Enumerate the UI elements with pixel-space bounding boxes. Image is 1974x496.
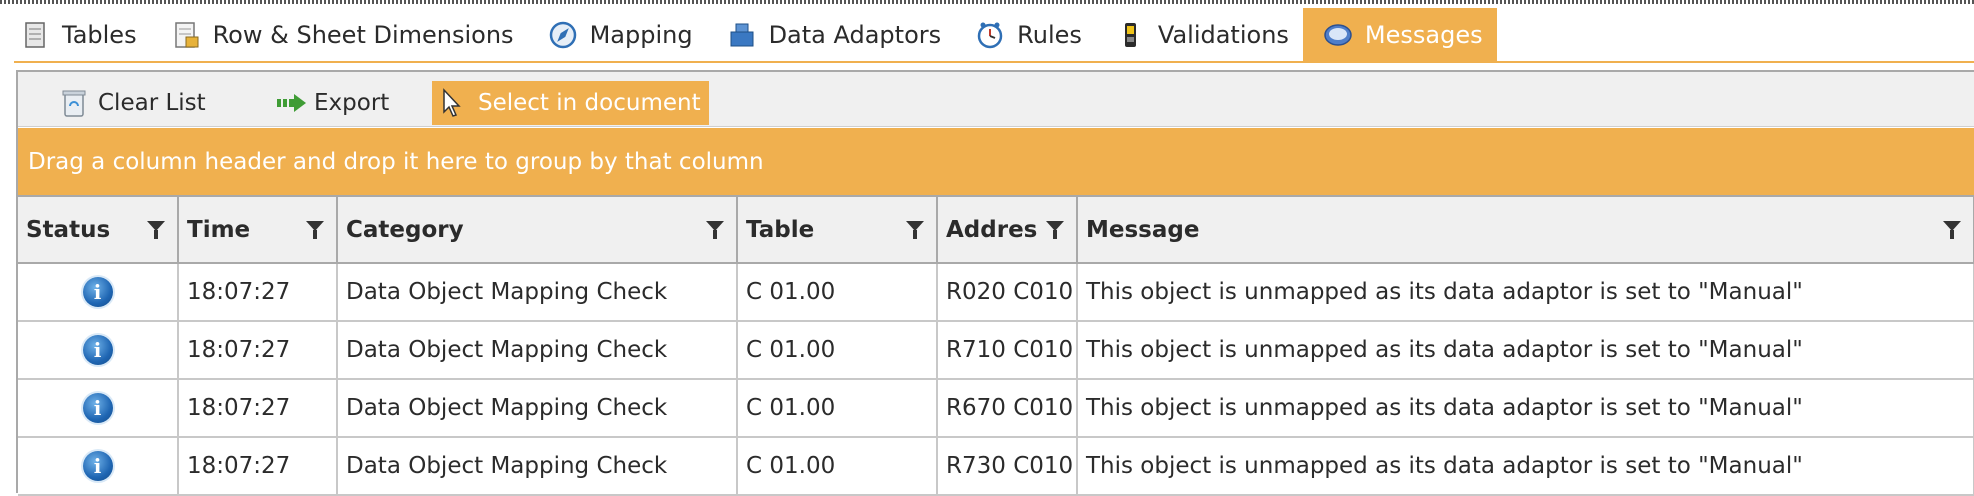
- window-top-border: [0, 0, 1974, 4]
- select-in-document-button[interactable]: Select in document: [432, 81, 709, 125]
- tab-mapping[interactable]: Mapping: [528, 8, 707, 62]
- column-header-table[interactable]: Table: [737, 195, 938, 264]
- info-icon: i: [82, 335, 113, 365]
- time-cell: 18:07:27: [178, 263, 338, 322]
- filter-icon[interactable]: [306, 221, 324, 239]
- category-cell: Data Object Mapping Check: [337, 437, 738, 496]
- table-row[interactable]: i 18:07:27 Data Object Mapping Check C 0…: [18, 437, 1974, 496]
- tab-bar: Tables Row & Sheet Dimensions Mapping Da…: [0, 8, 1974, 62]
- info-icon: i: [82, 451, 113, 481]
- tab-label: Validations: [1157, 21, 1289, 49]
- recycle-bin-icon: [60, 88, 88, 118]
- puzzle-icon: [727, 20, 757, 50]
- table-cell: C 01.00: [737, 321, 938, 380]
- tab-label: Row & Sheet Dimensions: [212, 21, 514, 49]
- export-button[interactable]: Export: [268, 81, 397, 125]
- time-cell: 18:07:27: [178, 437, 338, 496]
- filter-icon[interactable]: [147, 221, 165, 239]
- export-arrow-icon: [276, 88, 306, 118]
- column-header-label: Addres: [946, 216, 1038, 243]
- address-cell: R730 C010: [937, 437, 1078, 496]
- tab-label: Tables: [62, 21, 137, 49]
- tab-underline: [14, 61, 1974, 63]
- message-cell: This object is unmapped as its data adap…: [1077, 379, 1974, 438]
- category-cell: Data Object Mapping Check: [337, 379, 738, 438]
- messages-icon: [1323, 20, 1353, 50]
- status-cell: i: [18, 263, 179, 322]
- table-cell: C 01.00: [737, 379, 938, 438]
- column-header-message[interactable]: Message: [1077, 195, 1974, 264]
- filter-icon[interactable]: [1943, 221, 1961, 239]
- column-header-category[interactable]: Category: [337, 195, 738, 264]
- group-by-area[interactable]: Drag a column header and drop it here to…: [18, 128, 1974, 195]
- tab-data-adaptors[interactable]: Data Adaptors: [707, 8, 956, 62]
- message-cell: This object is unmapped as its data adap…: [1077, 437, 1974, 496]
- tab-tables[interactable]: Tables: [0, 8, 151, 62]
- tab-label: Mapping: [589, 21, 693, 49]
- category-cell: Data Object Mapping Check: [337, 321, 738, 380]
- column-header-label: Table: [746, 216, 815, 243]
- message-cell: This object is unmapped as its data adap…: [1077, 263, 1974, 322]
- table-row[interactable]: i 18:07:27 Data Object Mapping Check C 0…: [18, 263, 1974, 322]
- tab-validations[interactable]: Validations: [1096, 8, 1303, 62]
- category-cell: Data Object Mapping Check: [337, 263, 738, 322]
- clear-list-button[interactable]: Clear List: [52, 81, 214, 125]
- column-header-label: Time: [187, 216, 251, 243]
- time-cell: 18:07:27: [178, 379, 338, 438]
- status-cell: i: [18, 379, 179, 438]
- messages-grid: Status Time Category Table Addres Messag…: [18, 195, 1974, 496]
- group-by-hint: Drag a column header and drop it here to…: [28, 148, 764, 175]
- tab-rules[interactable]: Rules: [955, 8, 1096, 62]
- validation-icon: [1116, 20, 1146, 50]
- filter-icon[interactable]: [906, 221, 924, 239]
- messages-panel: Clear List Export Select in document Dra…: [16, 70, 1974, 496]
- column-header-label: Category: [346, 216, 464, 243]
- select-in-document-label: Select in document: [478, 90, 701, 116]
- tables-icon: [20, 20, 50, 50]
- tab-messages[interactable]: Messages: [1302, 8, 1497, 62]
- tab-row-sheet-dimensions[interactable]: Row & Sheet Dimensions: [151, 8, 528, 62]
- info-icon: i: [82, 393, 113, 423]
- column-header-time[interactable]: Time: [178, 195, 338, 264]
- toolbar: Clear List Export Select in document: [18, 72, 1974, 127]
- address-cell: R710 C010: [937, 321, 1078, 380]
- message-cell: This object is unmapped as its data adap…: [1077, 321, 1974, 380]
- cursor-icon: [440, 88, 468, 118]
- column-header-status[interactable]: Status: [18, 195, 179, 264]
- dimensions-icon: [171, 20, 201, 50]
- tab-label: Data Adaptors: [768, 21, 942, 49]
- status-cell: i: [18, 321, 179, 380]
- column-header-label: Status: [26, 216, 111, 243]
- tab-label: Rules: [1017, 21, 1082, 49]
- table-row[interactable]: i 18:07:27 Data Object Mapping Check C 0…: [18, 379, 1974, 438]
- tab-label: Messages: [1364, 21, 1483, 49]
- address-cell: R670 C010: [937, 379, 1078, 438]
- address-cell: R020 C010: [937, 263, 1078, 322]
- clear-list-label: Clear List: [98, 90, 206, 116]
- column-header-address[interactable]: Addres: [937, 195, 1078, 264]
- info-icon: i: [82, 277, 113, 307]
- table-row[interactable]: i 18:07:27 Data Object Mapping Check C 0…: [18, 321, 1974, 380]
- clock-icon: [975, 20, 1005, 50]
- time-cell: 18:07:27: [178, 321, 338, 380]
- table-cell: C 01.00: [737, 437, 938, 496]
- filter-icon[interactable]: [706, 221, 724, 239]
- status-cell: i: [18, 437, 179, 496]
- export-label: Export: [314, 90, 390, 116]
- column-header-label: Message: [1086, 216, 1200, 243]
- filter-icon[interactable]: [1046, 221, 1064, 239]
- compass-icon: [548, 20, 578, 50]
- table-cell: C 01.00: [737, 263, 938, 322]
